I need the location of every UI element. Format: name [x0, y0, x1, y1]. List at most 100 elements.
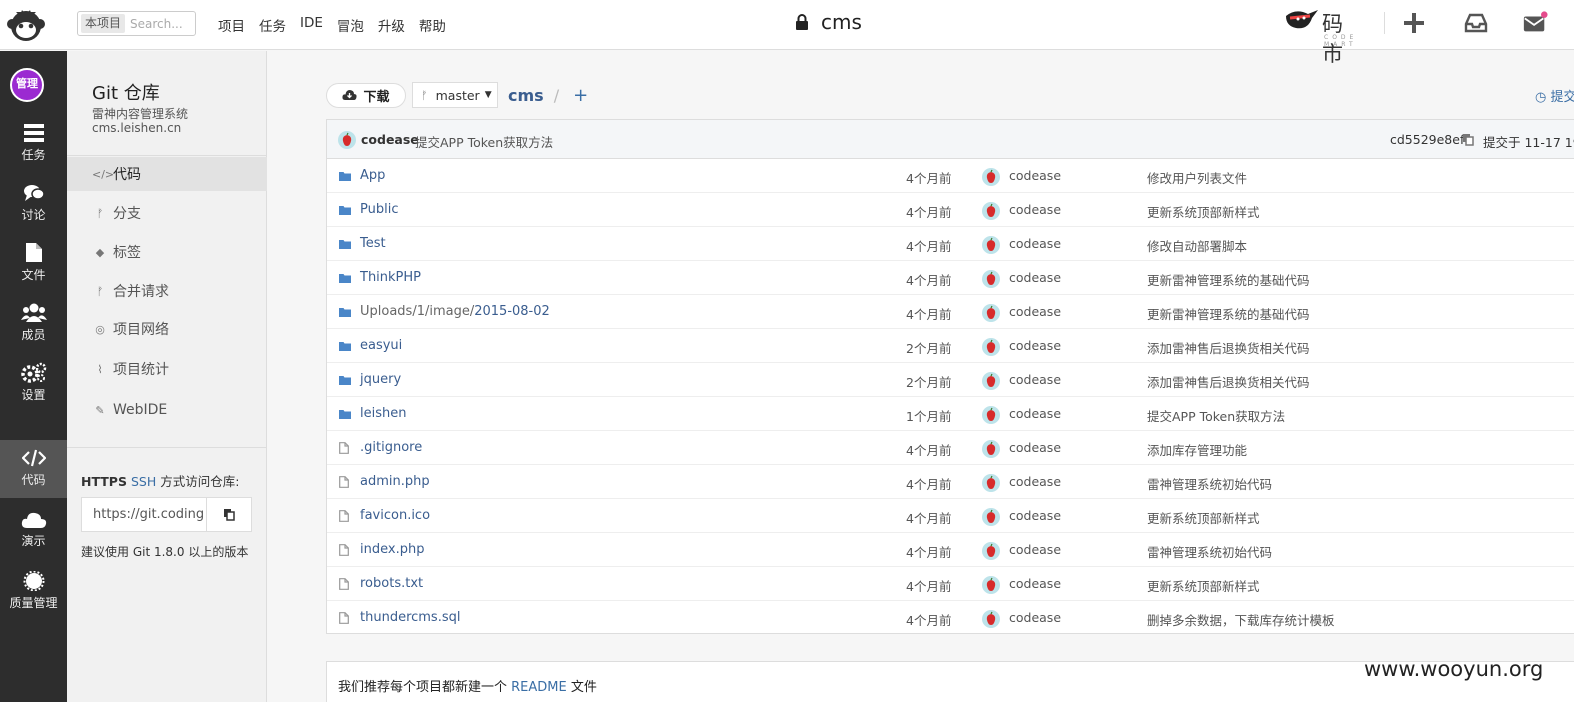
file-commit-message[interactable]: 更新系统顶部新样式 [1147, 508, 1260, 527]
breadcrumb-root[interactable]: cms [508, 86, 544, 105]
avatar[interactable] [338, 131, 356, 149]
avatar[interactable] [982, 576, 1000, 598]
nav-projects[interactable]: 项目 [218, 15, 245, 35]
rail-item-tasks[interactable]: 任务 [0, 115, 67, 173]
table-row[interactable]: Uploads/1/image/2015-08-02 4个月前 codease 更新雷… [327, 295, 1574, 329]
file-commit-message[interactable]: 修改自动部署脚本 [1147, 236, 1247, 255]
file-name[interactable]: leishen [360, 406, 406, 421]
sidebar-item-network[interactable]: ◎ 项目网络 [67, 312, 267, 346]
avatar[interactable] [982, 338, 1000, 360]
add-file-button[interactable]: + [573, 85, 588, 106]
clone-url-input[interactable] [82, 498, 206, 531]
avatar[interactable] [982, 610, 1000, 632]
file-name[interactable]: Public [360, 202, 398, 217]
file-author[interactable]: codease [1009, 304, 1061, 319]
file-author[interactable]: codease [1009, 270, 1061, 285]
file-commit-message[interactable]: 更新系统顶部新样式 [1147, 202, 1260, 221]
file-author[interactable]: codease [1009, 372, 1061, 387]
table-row[interactable]: leishen 1个月前 codease 提交APP Token获取方法 [327, 397, 1574, 431]
file-author[interactable]: codease [1009, 406, 1061, 421]
file-commit-message[interactable]: 添加雷神售后退换货相关代码 [1147, 372, 1310, 391]
avatar[interactable] [982, 474, 1000, 496]
nav-help[interactable]: 帮助 [419, 15, 446, 35]
search-input[interactable]: Search... [130, 17, 183, 31]
file-name[interactable]: Uploads/1/image/2015-08-02 [360, 304, 550, 319]
file-author[interactable]: codease [1009, 542, 1061, 557]
avatar[interactable] [982, 440, 1000, 462]
commit-sha[interactable]: cd5529e8ef [1390, 132, 1464, 147]
file-commit-message[interactable]: 添加库存管理功能 [1147, 440, 1247, 459]
table-row[interactable]: .gitignore 4个月前 codease 添加库存管理功能 [327, 431, 1574, 465]
avatar[interactable] [982, 236, 1000, 258]
file-author[interactable]: codease [1009, 474, 1061, 489]
download-button[interactable]: 下载 [326, 82, 406, 108]
table-row[interactable]: admin.php 4个月前 codease 雷神管理系统初始代码 [327, 465, 1574, 499]
https-option[interactable]: HTTPS [81, 474, 127, 489]
sidebar-item-webide[interactable]: ✎ WebIDE [67, 393, 267, 427]
file-commit-message[interactable]: 更新雷神管理系统的基础代码 [1147, 304, 1310, 323]
file-name[interactable]: index.php [360, 542, 424, 557]
file-author[interactable]: codease [1009, 236, 1061, 251]
file-commit-message[interactable]: 删掉多余数据，下载库存统计模板 [1147, 610, 1335, 629]
nav-upgrade[interactable]: 升级 [378, 15, 405, 35]
file-name[interactable]: easyui [360, 338, 402, 353]
file-commit-message[interactable]: 添加雷神售后退换货相关代码 [1147, 338, 1310, 357]
file-name[interactable]: Test [360, 236, 386, 251]
file-author[interactable]: codease [1009, 168, 1061, 183]
file-commit-message[interactable]: 提交APP Token获取方法 [1147, 406, 1285, 425]
nav-bubble[interactable]: 冒泡 [337, 15, 364, 35]
table-row[interactable]: ThinkPHP 4个月前 codease 更新雷神管理系统的基础代码 [327, 261, 1574, 295]
rail-item-demo[interactable]: 演示 [0, 503, 67, 561]
avatar[interactable] [982, 202, 1000, 224]
file-commit-message[interactable]: 更新系统顶部新样式 [1147, 576, 1260, 595]
commit-author[interactable]: codease [361, 132, 419, 147]
history-link[interactable]: ◷ 提交 [1535, 86, 1574, 105]
commit-message[interactable]: 提交APP Token获取方法 [415, 132, 553, 151]
file-name[interactable]: favicon.ico [360, 508, 430, 523]
file-author[interactable]: codease [1009, 440, 1061, 455]
table-row[interactable]: thundercms.sql 4个月前 codease 删掉多余数据，下载库存统计模板 [327, 601, 1574, 635]
branch-select[interactable]: ᚠ master ▼ [412, 82, 498, 108]
ssh-option[interactable]: SSH [131, 474, 156, 489]
avatar[interactable] [982, 508, 1000, 530]
rail-item-discuss[interactable]: 讨论 [0, 175, 67, 233]
table-row[interactable]: index.php 4个月前 codease 雷神管理系统初始代码 [327, 533, 1574, 567]
avatar[interactable] [982, 168, 1000, 190]
sidebar-item-tags[interactable]: ◆ 标签 [67, 235, 267, 269]
file-name[interactable]: ThinkPHP [360, 270, 421, 285]
file-name[interactable]: thundercms.sql [360, 610, 460, 625]
table-row[interactable]: Test 4个月前 codease 修改自动部署脚本 [327, 227, 1574, 261]
nav-tasks[interactable]: 任务 [259, 15, 286, 35]
table-row[interactable]: robots.txt 4个月前 codease 更新系统顶部新样式 [327, 567, 1574, 601]
file-author[interactable]: codease [1009, 576, 1061, 591]
file-name[interactable]: jquery [360, 372, 401, 387]
sidebar-item-stats[interactable]: ⌇ 项目统计 [67, 352, 267, 386]
mail-icon[interactable] [1522, 10, 1548, 36]
rail-item-code[interactable]: 代码 [0, 440, 67, 498]
file-commit-message[interactable]: 更新雷神管理系统的基础代码 [1147, 270, 1310, 289]
sidebar-item-code[interactable]: </> 代码 [67, 157, 267, 191]
copy-icon[interactable] [1462, 133, 1474, 146]
avatar[interactable] [982, 372, 1000, 394]
nav-ide[interactable]: IDE [300, 15, 323, 35]
file-commit-message[interactable]: 雷神管理系统初始代码 [1147, 474, 1272, 493]
rail-item-members[interactable]: 成员 [0, 294, 67, 352]
table-row[interactable]: App 4个月前 codease 修改用户列表文件 [327, 159, 1574, 193]
file-commit-message[interactable]: 雷神管理系统初始代码 [1147, 542, 1272, 561]
project-avatar[interactable]: 管理 [10, 68, 44, 102]
file-name[interactable]: robots.txt [360, 576, 423, 591]
search-box[interactable]: 本项目 Search... [77, 11, 196, 36]
sidebar-item-branches[interactable]: ᚠ 分支 [67, 196, 267, 230]
codemart-brand[interactable]: 码市 CODE MART [1280, 4, 1372, 66]
file-name[interactable]: .gitignore [360, 440, 422, 455]
rail-item-files[interactable]: 文件 [0, 234, 67, 292]
file-author[interactable]: codease [1009, 202, 1061, 217]
file-author[interactable]: codease [1009, 508, 1061, 523]
table-row[interactable]: jquery 2个月前 codease 添加雷神售后退换货相关代码 [327, 363, 1574, 397]
table-row[interactable]: Public 4个月前 codease 更新系统顶部新样式 [327, 193, 1574, 227]
file-author[interactable]: codease [1009, 338, 1061, 353]
table-row[interactable]: easyui 2个月前 codease 添加雷神售后退换货相关代码 [327, 329, 1574, 363]
search-scope[interactable]: 本项目 [81, 14, 126, 33]
rail-item-quality[interactable]: 质量管理 [0, 563, 67, 621]
file-name[interactable]: admin.php [360, 474, 430, 489]
